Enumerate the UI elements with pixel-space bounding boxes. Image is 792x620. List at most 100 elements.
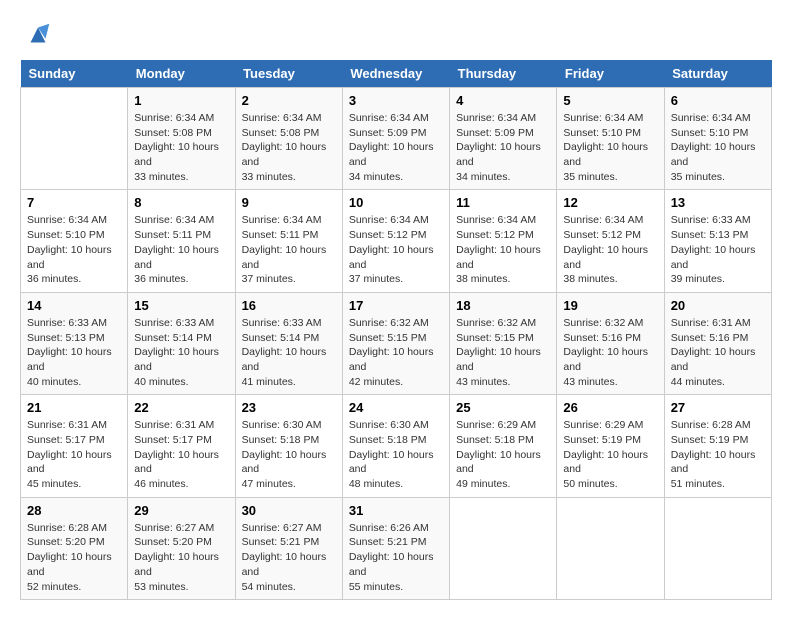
calendar-cell: 16 Sunrise: 6:33 AMSunset: 5:14 PMDayligh… [235, 292, 342, 394]
day-number: 17 [349, 298, 443, 313]
logo-icon [23, 20, 53, 50]
calendar-cell: 30 Sunrise: 6:27 AMSunset: 5:21 PMDayligh… [235, 497, 342, 599]
day-info: Sunrise: 6:34 AMSunset: 5:11 PMDaylight:… [134, 213, 228, 286]
calendar-cell: 11 Sunrise: 6:34 AMSunset: 5:12 PMDayligh… [450, 190, 557, 292]
calendar-cell [557, 497, 664, 599]
day-info: Sunrise: 6:34 AMSunset: 5:12 PMDaylight:… [349, 213, 443, 286]
day-info: Sunrise: 6:34 AMSunset: 5:08 PMDaylight:… [134, 111, 228, 184]
day-number: 1 [134, 93, 228, 108]
day-info: Sunrise: 6:30 AMSunset: 5:18 PMDaylight:… [242, 418, 336, 491]
day-number: 5 [563, 93, 657, 108]
week-row-5: 28 Sunrise: 6:28 AMSunset: 5:20 PMDayligh… [21, 497, 772, 599]
day-number: 27 [671, 400, 765, 415]
calendar-table: SundayMondayTuesdayWednesdayThursdayFrid… [20, 60, 772, 600]
day-info: Sunrise: 6:34 AMSunset: 5:09 PMDaylight:… [349, 111, 443, 184]
page-header [20, 20, 772, 50]
day-number: 18 [456, 298, 550, 313]
day-number: 23 [242, 400, 336, 415]
col-header-tuesday: Tuesday [235, 60, 342, 88]
col-header-sunday: Sunday [21, 60, 128, 88]
day-number: 15 [134, 298, 228, 313]
day-info: Sunrise: 6:34 AMSunset: 5:12 PMDaylight:… [563, 213, 657, 286]
day-number: 11 [456, 195, 550, 210]
calendar-cell: 26Sunrise: 6:29 AMSunset: 5:19 PMDayligh… [557, 395, 664, 497]
calendar-cell: 28 Sunrise: 6:28 AMSunset: 5:20 PMDayligh… [21, 497, 128, 599]
day-info: Sunrise: 6:26 AMSunset: 5:21 PMDaylight:… [349, 521, 443, 594]
day-info: Sunrise: 6:31 AMSunset: 5:16 PMDaylight:… [671, 316, 765, 389]
day-info: Sunrise: 6:30 AMSunset: 5:18 PMDaylight:… [349, 418, 443, 491]
day-number: 3 [349, 93, 443, 108]
week-row-2: 7 Sunrise: 6:34 AMSunset: 5:10 PMDaylight… [21, 190, 772, 292]
calendar-cell: 19 Sunrise: 6:32 AMSunset: 5:16 PMDayligh… [557, 292, 664, 394]
col-header-wednesday: Wednesday [342, 60, 449, 88]
day-info: Sunrise: 6:29 AMSunset: 5:18 PMDaylight:… [456, 418, 550, 491]
day-info: Sunrise: 6:27 AMSunset: 5:20 PMDaylight:… [134, 521, 228, 594]
day-number: 29 [134, 503, 228, 518]
calendar-cell: 24 Sunrise: 6:30 AMSunset: 5:18 PMDayligh… [342, 395, 449, 497]
calendar-cell: 17 Sunrise: 6:32 AMSunset: 5:15 PMDayligh… [342, 292, 449, 394]
day-info: Sunrise: 6:28 AMSunset: 5:20 PMDaylight:… [27, 521, 121, 594]
day-number: 24 [349, 400, 443, 415]
calendar-cell: 13 Sunrise: 6:33 AMSunset: 5:13 PMDayligh… [664, 190, 771, 292]
day-info: Sunrise: 6:34 AMSunset: 5:08 PMDaylight:… [242, 111, 336, 184]
day-info: Sunrise: 6:32 AMSunset: 5:15 PMDaylight:… [456, 316, 550, 389]
calendar-cell: 4Sunrise: 6:34 AMSunset: 5:09 PMDaylight… [450, 88, 557, 190]
calendar-cell: 2 Sunrise: 6:34 AMSunset: 5:08 PMDaylight… [235, 88, 342, 190]
calendar-cell: 29 Sunrise: 6:27 AMSunset: 5:20 PMDayligh… [128, 497, 235, 599]
day-info: Sunrise: 6:34 AMSunset: 5:10 PMDaylight:… [671, 111, 765, 184]
day-info: Sunrise: 6:31 AMSunset: 5:17 PMDaylight:… [134, 418, 228, 491]
day-info: Sunrise: 6:33 AMSunset: 5:13 PMDaylight:… [27, 316, 121, 389]
calendar-cell: 14 Sunrise: 6:33 AMSunset: 5:13 PMDayligh… [21, 292, 128, 394]
day-number: 30 [242, 503, 336, 518]
day-info: Sunrise: 6:28 AMSunset: 5:19 PMDaylight:… [671, 418, 765, 491]
day-number: 25 [456, 400, 550, 415]
calendar-cell: 10 Sunrise: 6:34 AMSunset: 5:12 PMDayligh… [342, 190, 449, 292]
logo [20, 20, 53, 50]
calendar-cell: 31Sunrise: 6:26 AMSunset: 5:21 PMDayligh… [342, 497, 449, 599]
day-number: 12 [563, 195, 657, 210]
day-number: 9 [242, 195, 336, 210]
calendar-body: 1 Sunrise: 6:34 AMSunset: 5:08 PMDaylight… [21, 88, 772, 600]
calendar-cell: 15 Sunrise: 6:33 AMSunset: 5:14 PMDayligh… [128, 292, 235, 394]
calendar-cell: 5Sunrise: 6:34 AMSunset: 5:10 PMDaylight… [557, 88, 664, 190]
calendar-cell: 9 Sunrise: 6:34 AMSunset: 5:11 PMDaylight… [235, 190, 342, 292]
calendar-cell [21, 88, 128, 190]
day-number: 14 [27, 298, 121, 313]
day-number: 10 [349, 195, 443, 210]
day-number: 21 [27, 400, 121, 415]
calendar-cell: 22Sunrise: 6:31 AMSunset: 5:17 PMDayligh… [128, 395, 235, 497]
calendar-cell [664, 497, 771, 599]
day-number: 2 [242, 93, 336, 108]
day-info: Sunrise: 6:32 AMSunset: 5:15 PMDaylight:… [349, 316, 443, 389]
calendar-cell: 20 Sunrise: 6:31 AMSunset: 5:16 PMDayligh… [664, 292, 771, 394]
calendar-header: SundayMondayTuesdayWednesdayThursdayFrid… [21, 60, 772, 88]
day-number: 16 [242, 298, 336, 313]
day-info: Sunrise: 6:29 AMSunset: 5:19 PMDaylight:… [563, 418, 657, 491]
day-number: 13 [671, 195, 765, 210]
col-header-friday: Friday [557, 60, 664, 88]
day-number: 6 [671, 93, 765, 108]
day-info: Sunrise: 6:34 AMSunset: 5:11 PMDaylight:… [242, 213, 336, 286]
day-number: 20 [671, 298, 765, 313]
day-info: Sunrise: 6:34 AMSunset: 5:12 PMDaylight:… [456, 213, 550, 286]
calendar-cell: 25 Sunrise: 6:29 AMSunset: 5:18 PMDayligh… [450, 395, 557, 497]
col-header-saturday: Saturday [664, 60, 771, 88]
calendar-cell: 21Sunrise: 6:31 AMSunset: 5:17 PMDayligh… [21, 395, 128, 497]
calendar-cell: 27 Sunrise: 6:28 AMSunset: 5:19 PMDayligh… [664, 395, 771, 497]
calendar-cell: 6 Sunrise: 6:34 AMSunset: 5:10 PMDaylight… [664, 88, 771, 190]
day-info: Sunrise: 6:27 AMSunset: 5:21 PMDaylight:… [242, 521, 336, 594]
calendar-cell: 23 Sunrise: 6:30 AMSunset: 5:18 PMDayligh… [235, 395, 342, 497]
week-row-3: 14 Sunrise: 6:33 AMSunset: 5:13 PMDayligh… [21, 292, 772, 394]
col-header-thursday: Thursday [450, 60, 557, 88]
day-info: Sunrise: 6:32 AMSunset: 5:16 PMDaylight:… [563, 316, 657, 389]
calendar-cell: 12 Sunrise: 6:34 AMSunset: 5:12 PMDayligh… [557, 190, 664, 292]
day-info: Sunrise: 6:34 AMSunset: 5:09 PMDaylight:… [456, 111, 550, 184]
day-number: 19 [563, 298, 657, 313]
day-info: Sunrise: 6:34 AMSunset: 5:10 PMDaylight:… [27, 213, 121, 286]
day-info: Sunrise: 6:33 AMSunset: 5:14 PMDaylight:… [134, 316, 228, 389]
day-number: 28 [27, 503, 121, 518]
day-info: Sunrise: 6:33 AMSunset: 5:13 PMDaylight:… [671, 213, 765, 286]
calendar-cell [450, 497, 557, 599]
day-number: 7 [27, 195, 121, 210]
day-info: Sunrise: 6:33 AMSunset: 5:14 PMDaylight:… [242, 316, 336, 389]
